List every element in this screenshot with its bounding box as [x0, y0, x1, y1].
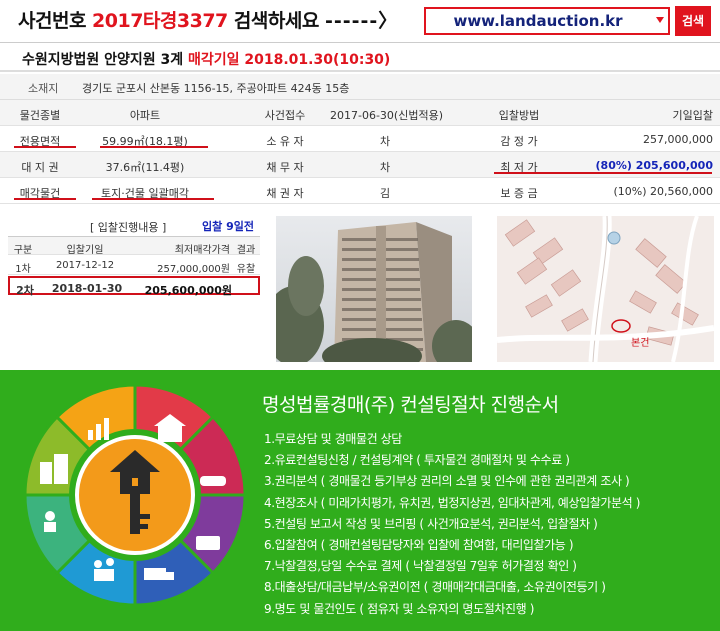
info-cell: 감 정 가: [500, 135, 538, 148]
info-cell: 아파트: [129, 109, 161, 122]
building-photo[interactable]: [276, 216, 472, 362]
bid-header-cell: 입찰기일: [66, 245, 104, 256]
chevron-down-icon: [656, 17, 664, 23]
case-number: 2017타경3377: [92, 10, 228, 32]
info-cell: 2017-06-30(신법적용): [330, 109, 443, 122]
highlight-underline: [14, 146, 76, 148]
bid-cell: 2018-01-30: [51, 282, 123, 295]
info-cell: 257,000,000: [643, 133, 713, 146]
info-cell: 기일입찰: [672, 109, 713, 122]
bid-header-row: 구분 입찰기일 최저매각가격 결과: [8, 236, 260, 256]
highlight-underline: [494, 172, 712, 174]
process-wheel: [23, 383, 247, 607]
bid-row-current: 2차 2018-01-30 205,600,000원: [8, 276, 260, 297]
info-cell: 물건종별: [19, 109, 61, 122]
address-row: 소재지 경기도 군포시 산본동 1156-15, 주공아파트 424동 15층: [0, 74, 720, 100]
address-value: 경기도 군포시 산본동 1156-15, 주공아파트 424동 15층: [82, 82, 350, 95]
info-cell: 차: [379, 135, 391, 148]
top-bar: 사건번호 2017타경3377 검색하세요 ------〉 www.landau…: [0, 0, 720, 42]
arrow-text: ------〉: [324, 10, 399, 32]
info-cell: 채 권 자: [266, 187, 304, 200]
process-step: 8.대출상담/대금납부/소유권이전 ( 경매매각대금대출, 소유권이전등기 ): [264, 580, 606, 595]
info-row: 전용면적 59.99㎡(18.1평) 소 유 자 차 감 정 가 257,000…: [0, 126, 720, 152]
location-map-image: 본건: [497, 216, 714, 362]
bid-cell: 유찰: [236, 264, 256, 275]
bid-cell: 1차: [15, 264, 31, 275]
site-select[interactable]: www.landauction.kr: [424, 7, 670, 35]
property-info-table: 소재지 경기도 군포시 산본동 1156-15, 주공아파트 424동 15층 …: [0, 74, 720, 208]
address-label: 소재지: [28, 82, 59, 95]
highlight-underline: [14, 198, 76, 200]
process-step: 7.낙찰결정,당일 수수료 결제 ( 낙찰결정일 7일후 허가결정 확인 ): [264, 559, 577, 574]
highlight-underline: [92, 198, 214, 200]
building-photo-image: [276, 216, 472, 362]
process-steps: 1.무료상담 및 경매물건 상담 2.유료컨설팅신청 / 컨설팅계약 ( 투자물…: [264, 429, 640, 620]
process-step: 5.컨설팅 보고서 작성 및 브리핑 ( 사건개요분석, 권리분석, 입찰절차 …: [264, 516, 598, 531]
info-row: 매각물건 토지·건물 일괄매각 채 권 자 김 보 증 금 (10%) 20,5…: [0, 178, 720, 204]
bid-header-cell: 구분: [13, 245, 33, 256]
process-step: 2.유료컨설팅신청 / 컨설팅계약 ( 투자물건 경매절차 및 수수료 ): [264, 453, 570, 468]
info-cell: 보 증 금: [500, 187, 538, 200]
process-step: 4.현장조사 ( 미래가치평가, 유치권, 법정지상권, 임대차관계, 예상입찰…: [264, 495, 640, 510]
court-row: 수원지방법원 안양지원 3계 매각기일 2018.01.30(10:30): [0, 42, 720, 72]
bid-header-cell: 최저매각가격: [174, 245, 230, 256]
bid-cell: 2017-12-12: [55, 260, 115, 271]
info-cell: 입찰방법: [498, 109, 540, 122]
map-marker-label: 본건: [631, 337, 649, 349]
case-title: 사건번호 2017타경3377 검색하세요 ------〉: [18, 6, 398, 33]
info-cell: 채 무 자: [266, 161, 304, 174]
bid-cell: 2차: [16, 284, 34, 297]
sale-date: 매각기일 2018.01.30(10:30): [188, 52, 391, 68]
info-cell: 대 지 권: [21, 161, 59, 174]
site-select-value: www.landauction.kr: [453, 12, 623, 30]
process-step: 9.명도 및 물건인도 ( 점유자 및 소유자의 명도절차진행 ): [264, 601, 534, 616]
location-map[interactable]: 본건: [497, 216, 714, 362]
case-label: 사건번호: [18, 10, 86, 32]
process-section: 명성법률경매(주) 컨설팅절차 진행순서 1.무료상담 및 경매물건 상담 2.…: [0, 370, 720, 631]
search-prompt: 검색하세요: [233, 10, 319, 32]
bid-row: 1차 2017-12-12 257,000,000원 유찰: [8, 256, 260, 275]
bid-days-left: 입찰 9일전: [202, 220, 254, 233]
info-row: 대 지 권 37.6㎡(11.4평) 채 무 자 차 최 저 가 (80%) 2…: [0, 152, 720, 178]
bid-history-panel: [ 입찰진행내용 ] 입찰 9일전 구분 입찰기일 최저매각가격 결과 1차 2…: [8, 214, 260, 362]
info-cell: 김: [379, 187, 391, 200]
info-cell: (10%) 20,560,000: [613, 185, 713, 198]
bid-cell: 257,000,000원: [157, 264, 230, 275]
info-row: 물건종별 아파트 사건접수 2017-06-30(신법적용) 입찰방법 기일입찰: [0, 100, 720, 126]
bid-header-cell: 결과: [236, 245, 256, 256]
minimum-price: (80%) 205,600,000: [595, 159, 713, 172]
court-info: 수원지방법원 안양지원 3계: [22, 52, 184, 68]
highlight-underline: [100, 146, 208, 148]
process-step: 6.입찰참여 ( 경매컨설팅담당자와 입찰에 참여함, 대리입찰가능 ): [264, 537, 574, 552]
process-step: 1.무료상담 및 경매물건 상담: [264, 432, 402, 446]
info-cell: 소 유 자: [266, 135, 304, 148]
process-step: 3.권리분석 ( 경매물건 등기부상 권리의 소멸 및 인수에 관한 권리관계 …: [264, 474, 630, 489]
info-cell: 37.6㎡(11.4평): [105, 161, 185, 174]
bid-history-title: [ 입찰진행내용 ]: [90, 221, 167, 234]
info-cell: 차: [379, 161, 391, 174]
process-title: 명성법률경매(주) 컨설팅절차 진행순서: [262, 394, 559, 416]
info-cell: 사건접수: [264, 109, 306, 122]
bid-cell: 205,600,000원: [144, 284, 232, 297]
search-button[interactable]: 검색: [675, 6, 711, 36]
